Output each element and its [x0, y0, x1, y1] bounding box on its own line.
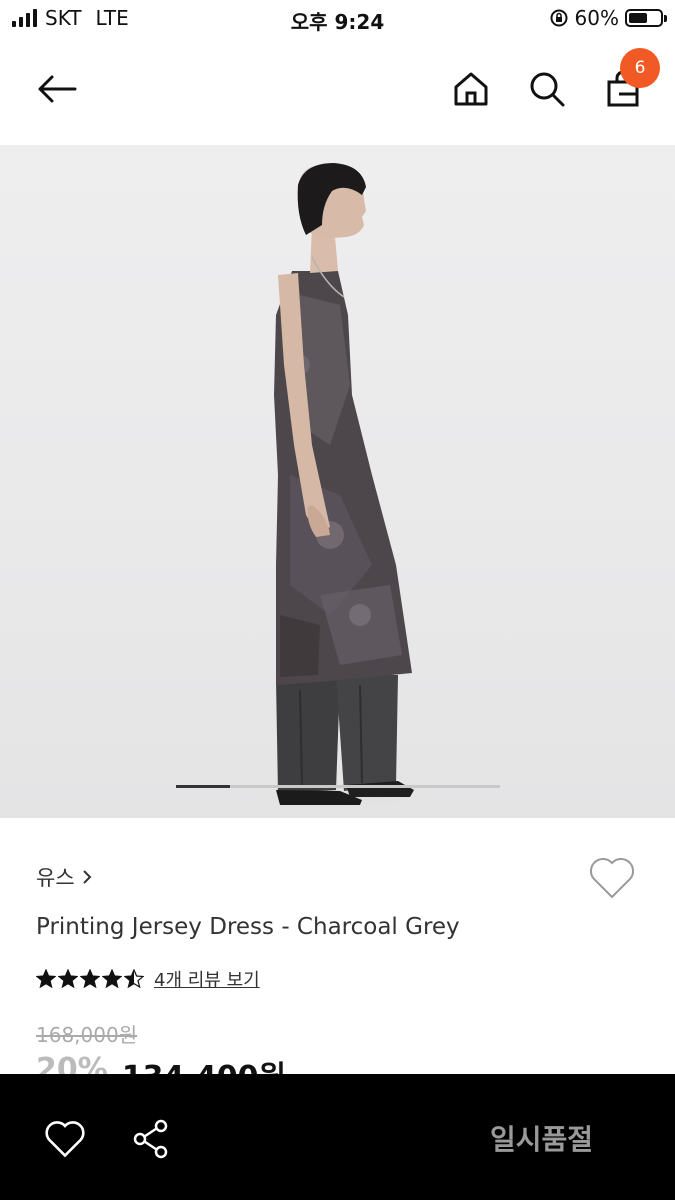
battery-percent: 60%	[574, 6, 619, 30]
star-icon	[58, 969, 78, 989]
status-bar: SKT LTE 오후 9:24 60%	[0, 0, 675, 36]
cart-count-badge: 6	[620, 48, 660, 88]
star-icon	[36, 969, 56, 989]
top-nav	[0, 40, 675, 140]
product-photo	[225, 163, 465, 811]
home-icon	[454, 72, 488, 106]
sold-out-button[interactable]: 일시품절	[490, 1118, 593, 1158]
heart-icon	[45, 1121, 85, 1158]
bottom-action-bar: 일시품절	[0, 1074, 675, 1200]
share-icon	[133, 1119, 168, 1159]
chevron-right-icon	[82, 870, 92, 884]
bottom-wishlist-button[interactable]	[40, 1114, 90, 1164]
product-image-carousel[interactable]	[0, 145, 675, 818]
home-button[interactable]	[444, 62, 498, 116]
back-button[interactable]	[30, 62, 84, 116]
heart-icon	[589, 857, 635, 899]
rating-row: 4개 리뷰 보기	[36, 966, 260, 992]
star-icon	[124, 969, 144, 989]
status-right: 60%	[549, 6, 667, 30]
star-icon	[80, 969, 100, 989]
review-link[interactable]: 4개 리뷰 보기	[154, 966, 260, 992]
carousel-indicator-active	[176, 785, 230, 788]
carousel-indicator	[176, 785, 500, 788]
brand-link[interactable]: 유스	[36, 862, 93, 892]
star-icon	[102, 969, 122, 989]
brand-name: 유스	[36, 866, 75, 890]
share-button[interactable]	[126, 1114, 176, 1164]
original-price: 168,000원	[36, 1023, 138, 1047]
product-title: Printing Jersey Dress - Charcoal Grey	[36, 914, 460, 940]
orientation-lock-icon	[550, 9, 568, 27]
arrow-left-icon	[38, 75, 77, 103]
wishlist-button[interactable]	[588, 855, 638, 903]
rating-stars	[36, 969, 144, 989]
search-icon	[530, 72, 565, 107]
search-button[interactable]	[520, 62, 574, 116]
battery-icon	[625, 9, 667, 27]
